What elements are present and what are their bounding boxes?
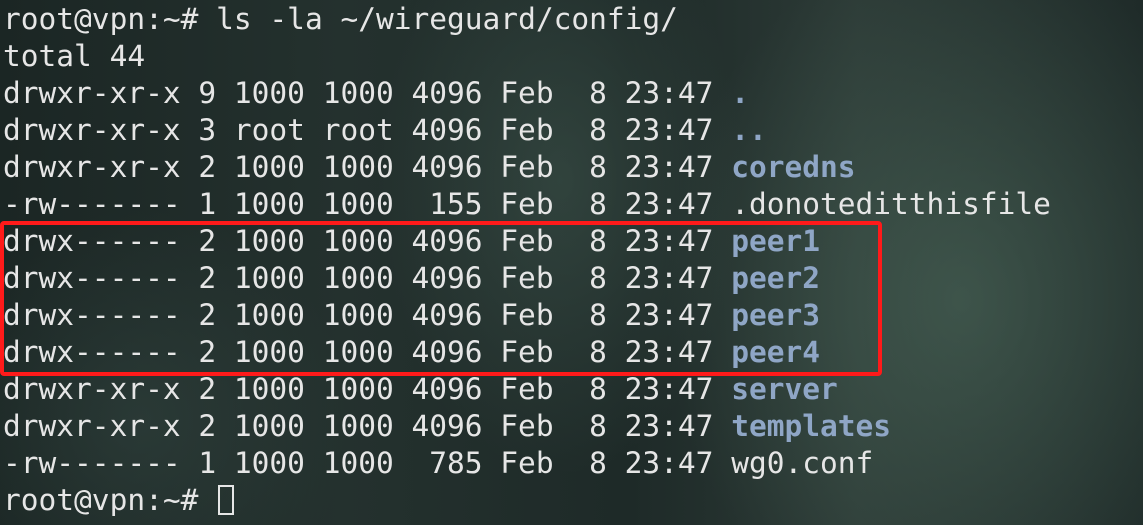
listing-row: drwx------ 2 1000 1000 4096 Feb 8 23:47 … bbox=[3, 260, 820, 297]
listing-row: -rw------- 1 1000 1000 785 Feb 8 23:47 w… bbox=[3, 445, 873, 482]
entry-name-dir: coredns bbox=[731, 150, 856, 184]
entry-meta: drwxr-xr-x 2 1000 1000 4096 Feb 8 23:47 bbox=[3, 150, 714, 184]
total-line: total 44 bbox=[3, 39, 146, 73]
entry-meta: drwx------ 2 1000 1000 4096 Feb 8 23:47 bbox=[3, 298, 714, 332]
entry-meta: -rw------- 1 1000 1000 785 Feb 8 23:47 bbox=[3, 446, 714, 480]
listing-row: drwx------ 2 1000 1000 4096 Feb 8 23:47 … bbox=[3, 223, 820, 260]
entry-meta: drwx------ 2 1000 1000 4096 Feb 8 23:47 bbox=[3, 261, 714, 295]
entry-meta: drwxr-xr-x 9 1000 1000 4096 Feb 8 23:47 bbox=[3, 76, 714, 110]
listing-row: drwxr-xr-x 2 1000 1000 4096 Feb 8 23:47 … bbox=[3, 149, 856, 186]
command-line: root@vpn:~# ls -la ~/wireguard/config/ bbox=[3, 1, 678, 38]
listing-row: -rw------- 1 1000 1000 155 Feb 8 23:47 .… bbox=[3, 186, 1051, 223]
shell-prompt: root@vpn:~# bbox=[3, 483, 199, 517]
entry-name-dir: peer2 bbox=[731, 261, 820, 295]
shell-prompt: root@vpn:~# bbox=[3, 2, 199, 36]
listing-row: drwxr-xr-x 2 1000 1000 4096 Feb 8 23:47 … bbox=[3, 408, 891, 445]
terminal-window[interactable]: root@vpn:~# ls -la ~/wireguard/config/ t… bbox=[0, 0, 1143, 525]
entry-name-dir: templates bbox=[731, 409, 892, 443]
listing-row: drwxr-xr-x 3 root root 4096 Feb 8 23:47 … bbox=[3, 112, 767, 149]
entry-meta: drwx------ 2 1000 1000 4096 Feb 8 23:47 bbox=[3, 224, 714, 258]
listing-row: drwxr-xr-x 2 1000 1000 4096 Feb 8 23:47 … bbox=[3, 371, 838, 408]
listing-row: drwx------ 2 1000 1000 4096 Feb 8 23:47 … bbox=[3, 334, 820, 371]
entry-meta: drwx------ 2 1000 1000 4096 Feb 8 23:47 bbox=[3, 335, 714, 369]
entry-name-dir: peer4 bbox=[731, 335, 820, 369]
entry-name-dir: peer3 bbox=[731, 298, 820, 332]
entry-name-dir: server bbox=[731, 372, 838, 406]
entry-name-dir: peer1 bbox=[731, 224, 820, 258]
listing-row: drwx------ 2 1000 1000 4096 Feb 8 23:47 … bbox=[3, 297, 820, 334]
text-cursor bbox=[218, 485, 235, 515]
entry-meta: drwxr-xr-x 2 1000 1000 4096 Feb 8 23:47 bbox=[3, 372, 714, 406]
entry-name-file: wg0.conf bbox=[731, 446, 874, 480]
entry-name-dir: . bbox=[731, 76, 749, 110]
entry-name-file: .donoteditthisfile bbox=[731, 187, 1051, 221]
entry-meta: drwxr-xr-x 2 1000 1000 4096 Feb 8 23:47 bbox=[3, 409, 714, 443]
command-text: ls -la ~/wireguard/config/ bbox=[216, 2, 678, 36]
entry-meta: drwxr-xr-x 3 root root 4096 Feb 8 23:47 bbox=[3, 113, 714, 147]
entry-name-dir: .. bbox=[731, 113, 767, 147]
input-line[interactable]: root@vpn:~# bbox=[3, 482, 235, 519]
listing-row: drwxr-xr-x 9 1000 1000 4096 Feb 8 23:47 … bbox=[3, 75, 749, 112]
entry-meta: -rw------- 1 1000 1000 155 Feb 8 23:47 bbox=[3, 187, 714, 221]
